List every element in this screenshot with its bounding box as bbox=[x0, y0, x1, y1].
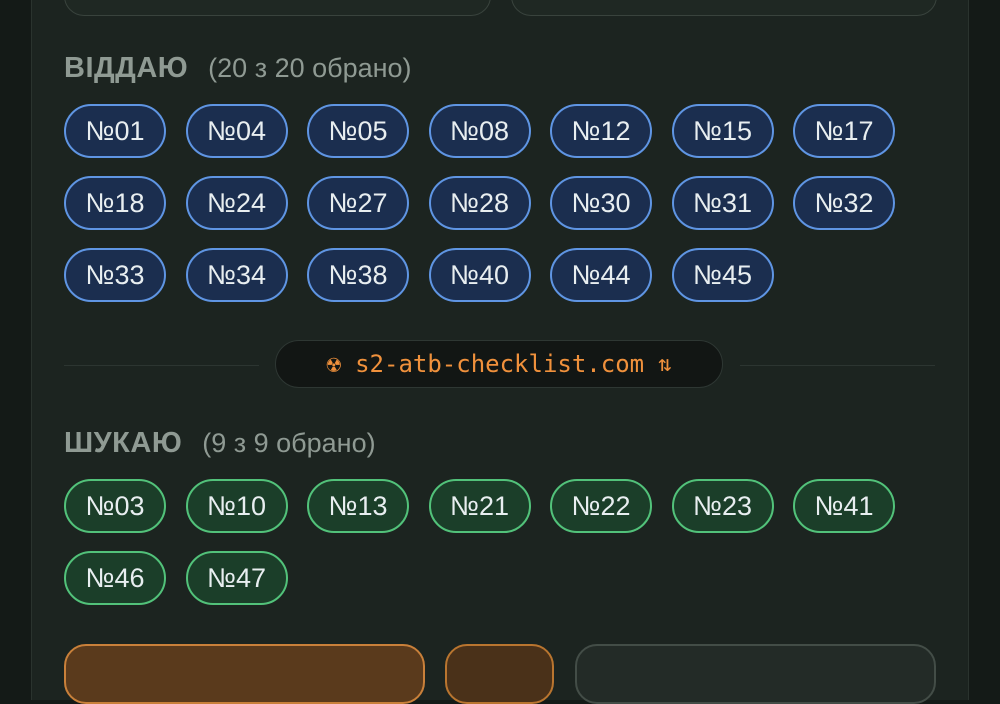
give-count: (20 з 20 обрано) bbox=[208, 53, 412, 83]
give-header: ВІДДАЮ (20 з 20 обрано) bbox=[64, 52, 412, 85]
top-card-right[interactable] bbox=[511, 0, 937, 16]
want-header: ШУКАЮ (9 з 9 обрано) bbox=[64, 427, 376, 460]
give-chip[interactable]: №01 bbox=[64, 104, 166, 158]
give-chip[interactable]: №40 bbox=[428, 248, 531, 302]
bottom-secondary-button[interactable] bbox=[445, 644, 554, 704]
want-chip[interactable]: №22 bbox=[550, 479, 652, 533]
give-chip[interactable]: №12 bbox=[550, 104, 652, 158]
want-chip[interactable]: №03 bbox=[64, 479, 166, 533]
give-chip[interactable]: №08 bbox=[428, 104, 531, 158]
give-title: ВІДДАЮ bbox=[64, 52, 189, 84]
give-chip[interactable]: №15 bbox=[671, 104, 774, 158]
divider-left bbox=[64, 365, 259, 366]
want-chip[interactable]: №10 bbox=[185, 479, 288, 533]
bottom-primary-button[interactable] bbox=[64, 644, 425, 704]
radiation-icon: ☢ bbox=[326, 350, 342, 378]
bottom-tertiary-button[interactable] bbox=[575, 644, 936, 704]
give-chip[interactable]: №32 bbox=[793, 176, 895, 230]
want-chip[interactable]: №46 bbox=[64, 551, 166, 605]
give-chip[interactable]: №33 bbox=[64, 248, 166, 302]
want-count: (9 з 9 обрано) bbox=[202, 428, 376, 458]
give-chip[interactable]: №31 bbox=[671, 176, 774, 230]
give-chip[interactable]: №27 bbox=[307, 176, 409, 230]
want-chip[interactable]: №23 bbox=[671, 479, 774, 533]
want-chip[interactable]: №21 bbox=[428, 479, 531, 533]
want-chip[interactable]: №13 bbox=[307, 479, 409, 533]
give-chip[interactable]: №05 bbox=[307, 104, 409, 158]
give-chip[interactable]: №34 bbox=[185, 248, 288, 302]
give-chip[interactable]: №24 bbox=[185, 176, 288, 230]
want-title: ШУКАЮ bbox=[64, 427, 183, 459]
give-chip[interactable]: №04 bbox=[185, 104, 288, 158]
top-card-left[interactable] bbox=[64, 0, 491, 16]
give-chip[interactable]: №17 bbox=[793, 104, 895, 158]
give-chip[interactable]: №18 bbox=[64, 176, 166, 230]
want-chip[interactable]: №47 bbox=[185, 551, 288, 605]
give-chip[interactable]: №30 bbox=[550, 176, 652, 230]
swap-arrows-icon: ⇅ bbox=[658, 351, 672, 377]
site-url: s2-atb-checklist.com bbox=[355, 350, 645, 378]
site-link-button[interactable]: ☢ s2-atb-checklist.com ⇅ bbox=[275, 340, 723, 388]
divider-right bbox=[740, 365, 935, 366]
give-chip[interactable]: №44 bbox=[550, 248, 652, 302]
give-chip[interactable]: №45 bbox=[671, 248, 774, 302]
give-chip[interactable]: №28 bbox=[428, 176, 531, 230]
want-chip[interactable]: №41 bbox=[793, 479, 895, 533]
give-chip[interactable]: №38 bbox=[307, 248, 409, 302]
